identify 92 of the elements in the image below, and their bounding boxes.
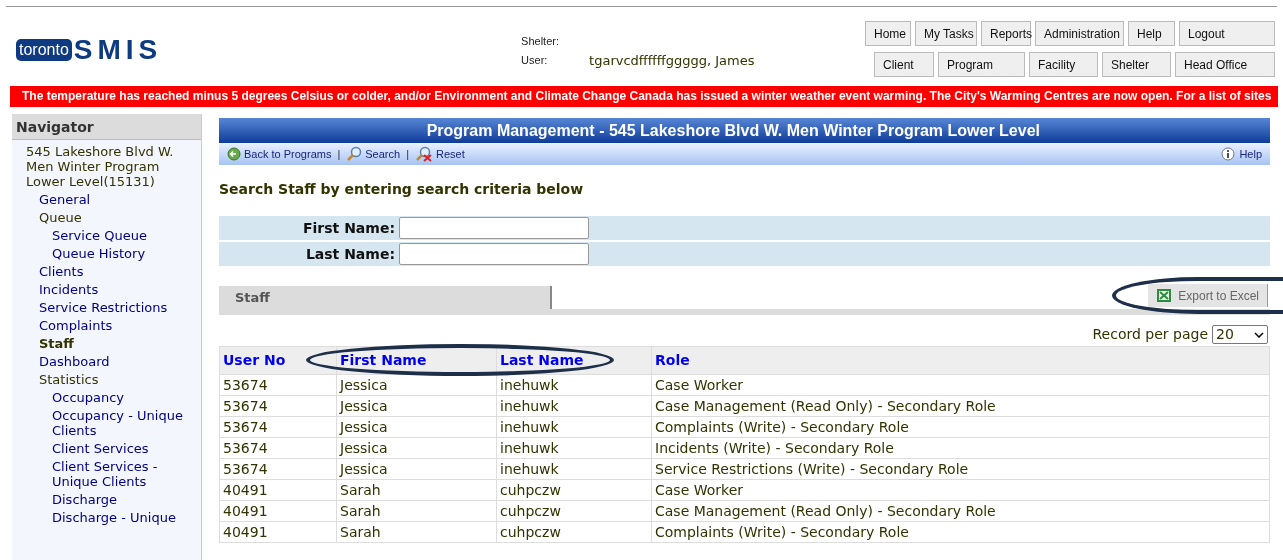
nav-button[interactable]: My Tasks: [915, 21, 977, 46]
table-cell: Jessica: [336, 374, 497, 396]
logo-text: SMIS: [73, 35, 163, 65]
staff-tab[interactable]: Staff: [219, 286, 552, 309]
field-label: First Name:: [302, 218, 396, 238]
table-cell: Case Worker: [651, 374, 1270, 396]
navigator-item[interactable]: Discharge: [12, 490, 201, 508]
column-header[interactable]: First Name: [336, 346, 497, 375]
records-per-page-label: Record per page: [1092, 325, 1208, 344]
table-cell: Service Restrictions (Write) - Secondary Role: [651, 458, 1270, 480]
shelter-label: Shelter:: [521, 34, 560, 50]
toolbar-link[interactable]: Reset: [415, 145, 465, 163]
table-cell: inehuwk: [496, 458, 652, 480]
table-cell: Case Worker: [651, 479, 1270, 501]
navigator-item[interactable]: Incidents: [12, 280, 201, 298]
navigator-item[interactable]: Occupancy: [12, 388, 201, 406]
input-field[interactable]: [399, 243, 589, 265]
user-name: tgarvcdffffffggggg, James: [589, 51, 755, 70]
page-title-bar: Program Management - 545 Lakeshore Blvd W. Men Winter Program Lower Level: [219, 118, 1270, 143]
table-cell: Sarah: [336, 521, 497, 543]
user-label: User:: [521, 53, 549, 69]
table-cell: Jessica: [336, 437, 497, 459]
toolbar-link[interactable]: Back to Programs: [227, 145, 332, 163]
navigator-item[interactable]: General: [12, 190, 201, 208]
navigator-item[interactable]: Client Services: [12, 439, 201, 457]
table-cell: Jessica: [336, 395, 497, 417]
table-cell: 40491: [219, 479, 337, 501]
table-cell: 53674: [219, 437, 337, 459]
navigator-item[interactable]: Occupancy - Unique Clients: [12, 406, 201, 439]
table-cell: Complaints (Write) - Secondary Role: [651, 416, 1270, 438]
search-icon: [346, 146, 363, 162]
navigator-title: Navigator: [12, 114, 201, 140]
nav-button[interactable]: Program: [938, 52, 1025, 77]
table-cell: Incidents (Write) - Secondary Role: [651, 437, 1270, 459]
table-cell: Sarah: [336, 479, 497, 501]
nav-button[interactable]: Facility: [1029, 52, 1098, 77]
nav-button[interactable]: Help: [1128, 21, 1175, 46]
nav-button[interactable]: Logout: [1179, 21, 1275, 46]
logo-badge: toronto: [16, 39, 72, 61]
nav-button[interactable]: Home: [865, 21, 911, 46]
navigator-item[interactable]: Service Restrictions: [12, 298, 201, 316]
separator: |: [337, 146, 341, 162]
toolbar-link[interactable]: Search: [346, 145, 401, 163]
table-cell: 40491: [219, 500, 337, 522]
export-to-excel-button[interactable]: Export to Excel: [1148, 284, 1268, 307]
table-cell: Jessica: [336, 416, 497, 438]
nav-button[interactable]: Reports: [981, 21, 1031, 46]
table-cell: cuhpczw: [496, 500, 652, 522]
table-cell: 53674: [219, 395, 337, 417]
reset-icon: [415, 146, 433, 162]
column-header[interactable]: Role: [651, 346, 1270, 375]
navigator-item[interactable]: Staff: [12, 334, 201, 352]
spreadsheet-icon: [1156, 288, 1173, 303]
table-cell: Jessica: [336, 458, 497, 480]
navigator-item[interactable]: Discharge - Unique: [12, 508, 201, 526]
table-cell: 53674: [219, 374, 337, 396]
nav-button[interactable]: Client: [874, 52, 934, 77]
column-header[interactable]: User No: [219, 346, 337, 375]
table-cell: 53674: [219, 416, 337, 438]
nav-button[interactable]: Head Office: [1175, 52, 1275, 77]
alert-banner: The temperature has reached minus 5 degrees Celsius or colder, and/or Environment and Climate Change Canada has issued a winter weather event warming. The City's Warming Centres are now open. For a list of sites: [10, 86, 1278, 107]
navigator-item[interactable]: 545 Lakeshore Blvd W. Men Winter Program Lower Level(15131): [12, 142, 201, 190]
navigator-item[interactable]: Client Services - Unique Clients: [12, 457, 201, 490]
navigator-item[interactable]: Statistics: [12, 370, 201, 388]
search-heading: Search Staff by entering search criteria below: [219, 180, 585, 199]
table-cell: Case Management (Read Only) - Secondary Role: [651, 500, 1270, 522]
navigator-item[interactable]: Queue: [12, 208, 201, 226]
table-cell: 40491: [219, 521, 337, 543]
chevron-down-icon: [1254, 331, 1264, 338]
table-cell: Case Management (Read Only) - Secondary Role: [651, 395, 1270, 417]
table-cell: Sarah: [336, 500, 497, 522]
nav-button[interactable]: Shelter: [1102, 52, 1171, 77]
table-cell: 53674: [219, 458, 337, 480]
records-per-page-select[interactable]: 20: [1212, 325, 1268, 344]
table-cell: Complaints (Write) - Secondary Role: [651, 521, 1270, 543]
navigator-item[interactable]: Queue History: [12, 244, 201, 262]
separator: |: [406, 146, 409, 162]
help-link[interactable]: Help: [1221, 145, 1262, 163]
input-field[interactable]: [399, 217, 589, 239]
navigator-item[interactable]: Service Queue: [12, 226, 201, 244]
table-cell: inehuwk: [496, 437, 652, 459]
navigator-item[interactable]: Complaints: [12, 316, 201, 334]
nav-button[interactable]: Administration: [1035, 21, 1124, 46]
info-icon: [1221, 147, 1236, 161]
table-cell: inehuwk: [496, 395, 652, 417]
navigator-item[interactable]: Clients: [12, 262, 201, 280]
table-cell: inehuwk: [496, 416, 652, 438]
table-cell: cuhpczw: [496, 479, 652, 501]
navigator-item[interactable]: Dashboard: [12, 352, 201, 370]
field-label: Last Name:: [304, 244, 396, 264]
table-cell: cuhpczw: [496, 521, 652, 543]
table-cell: inehuwk: [496, 374, 652, 396]
